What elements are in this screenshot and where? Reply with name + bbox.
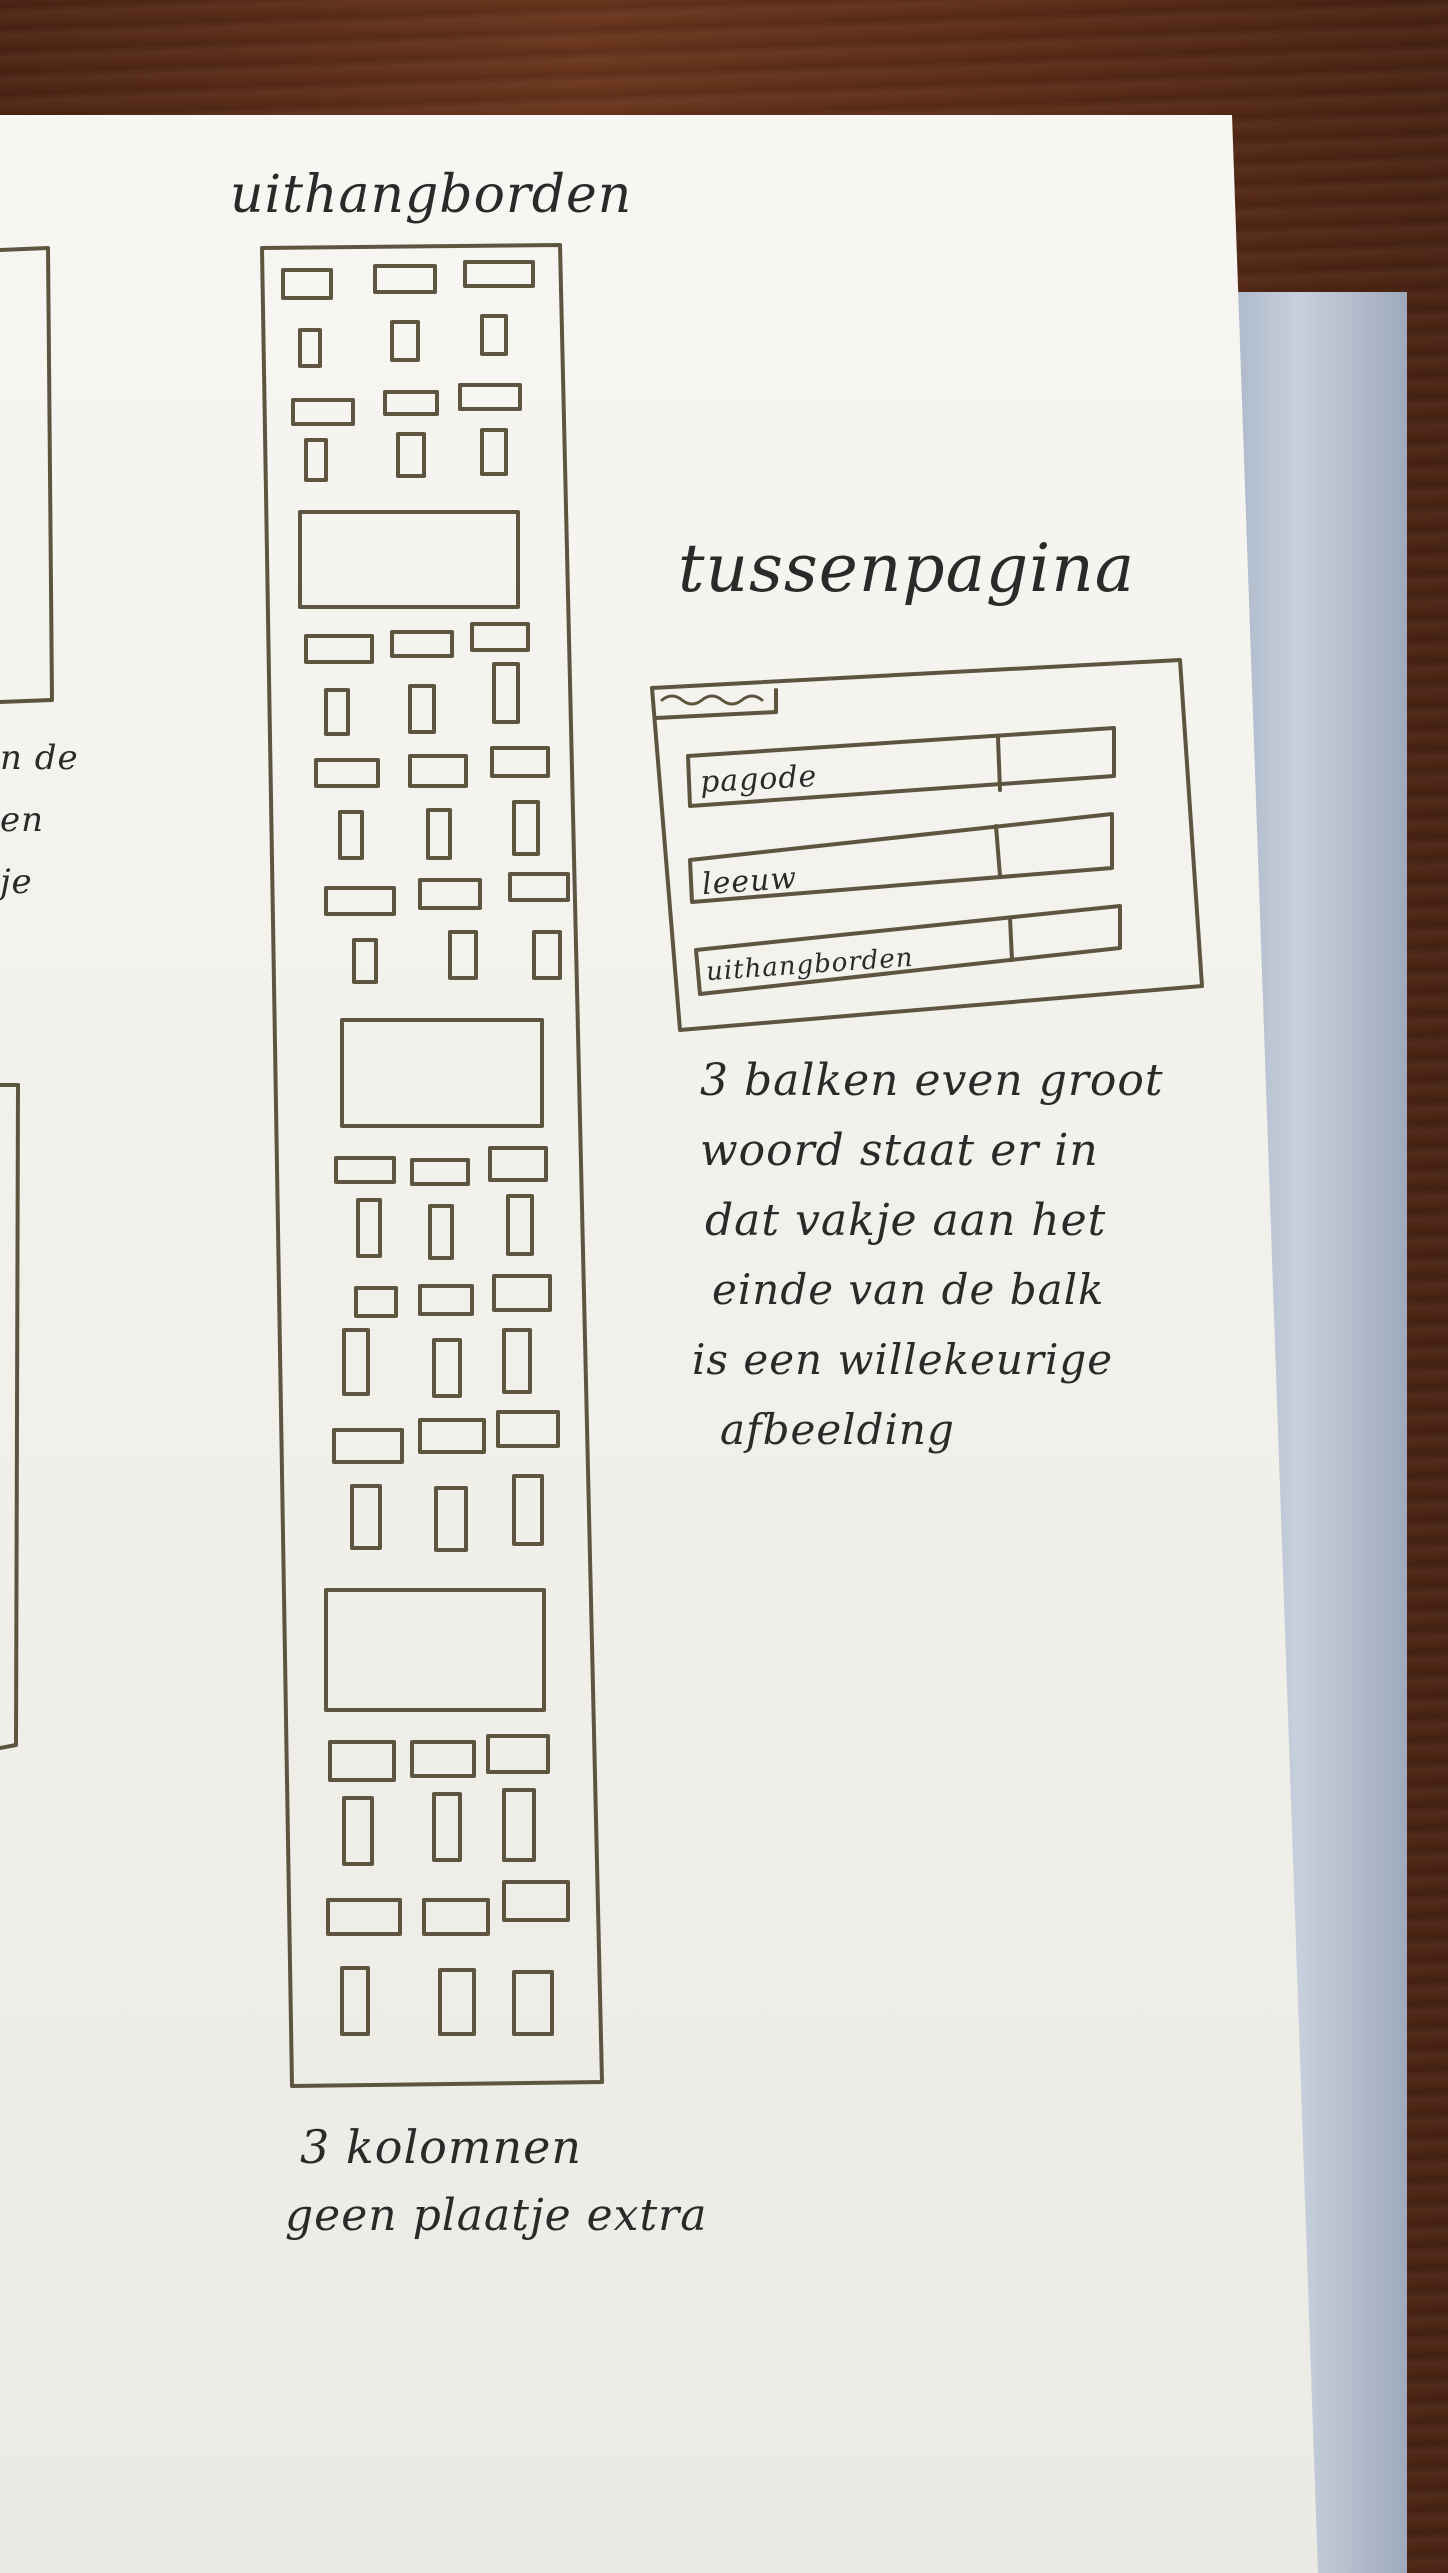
- note-right-3: dat vakje aan het: [705, 1195, 1107, 1246]
- note-right-5: is een willekeurige: [692, 1335, 1114, 1384]
- bar-label-leeuw: leeuw: [700, 860, 799, 903]
- left-partial-frame: [0, 246, 54, 704]
- note-right-2: woord staat er in: [700, 1125, 1099, 1176]
- note-right-6: afbeelding: [720, 1405, 955, 1454]
- edge-note-1: n de: [0, 738, 79, 778]
- note-right-4: einde van de balk: [712, 1265, 1105, 1314]
- title-tussenpagina: tussenpagina: [678, 530, 1136, 607]
- title-uithangborden: uithangborden: [230, 165, 633, 225]
- bar-label-pagode: pagode: [699, 758, 819, 801]
- edge-note-2: en: [0, 800, 45, 840]
- note-geen-plaatje: geen plaatje extra: [285, 2190, 708, 2241]
- edge-note-3: je: [0, 862, 33, 902]
- note-kolommen: 3 kolomnen: [300, 2120, 582, 2174]
- note-right-1: 3 balken even groot: [700, 1055, 1164, 1106]
- left-partial-frame-2: [0, 1083, 20, 1750]
